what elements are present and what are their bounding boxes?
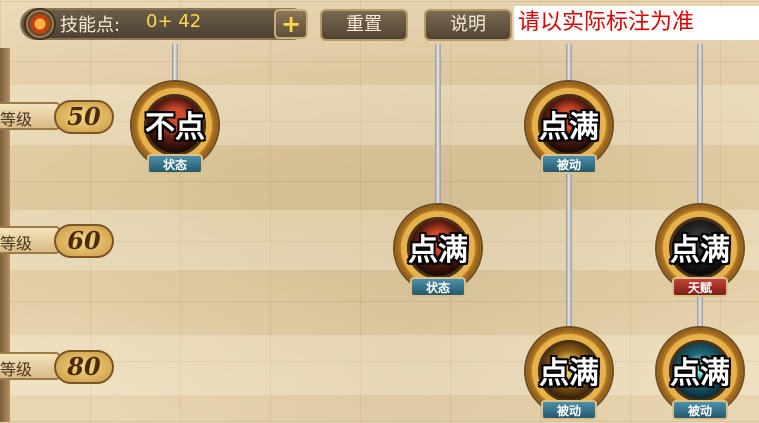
skill-type-tag: 状态 xyxy=(410,277,466,297)
level-tag-50: 等级 50 xyxy=(0,100,118,134)
skill-caption: 点满 xyxy=(408,233,468,268)
reset-button[interactable]: 重置 xyxy=(320,9,408,41)
skill-node[interactable]: 状态 点满 xyxy=(393,205,483,300)
skill-node[interactable]: 被动 点满 xyxy=(524,82,614,177)
skill-node[interactable]: 被动 点满 xyxy=(655,328,745,423)
level-tag-60: 等级 60 xyxy=(0,224,118,258)
skill-caption: 点满 xyxy=(670,233,730,268)
skill-caption: 不点 xyxy=(145,110,205,145)
skill-caption: 点满 xyxy=(539,356,599,391)
level-label: 等级 xyxy=(0,234,33,253)
skill-type-tag: 被动 xyxy=(541,154,597,174)
top-bar: 技能点: 0+ 42 + 重置 说明 请以实际标注为准 xyxy=(0,0,759,48)
skill-points-value: 0+ 42 xyxy=(146,11,202,32)
skill-caption: 点满 xyxy=(539,110,599,145)
level-label: 等级 xyxy=(0,360,33,379)
skill-points-icon xyxy=(24,8,56,40)
add-points-button[interactable]: + xyxy=(274,9,308,39)
skill-type-tag: 被动 xyxy=(672,400,728,420)
annotation-notice: 请以实际标注为准 xyxy=(514,6,759,40)
level-number: 80 xyxy=(54,350,114,384)
skill-connector xyxy=(435,44,441,209)
skill-type-tag: 被动 xyxy=(541,400,597,420)
skill-points-label: 技能点: xyxy=(60,15,121,36)
level-number: 60 xyxy=(54,224,114,258)
level-number: 50 xyxy=(54,100,114,134)
skill-node[interactable]: 状态 不点 xyxy=(130,82,220,177)
skill-node[interactable]: 天赋 点满 xyxy=(655,205,745,300)
skill-type-tag: 天赋 xyxy=(672,277,728,297)
skill-node[interactable]: 被动 点满 xyxy=(524,328,614,423)
level-tag-80: 等级 80 xyxy=(0,350,118,384)
info-button[interactable]: 说明 xyxy=(424,9,512,41)
skill-caption: 点满 xyxy=(670,356,730,391)
level-label: 等级 xyxy=(0,110,33,129)
skill-type-tag: 状态 xyxy=(147,154,203,174)
